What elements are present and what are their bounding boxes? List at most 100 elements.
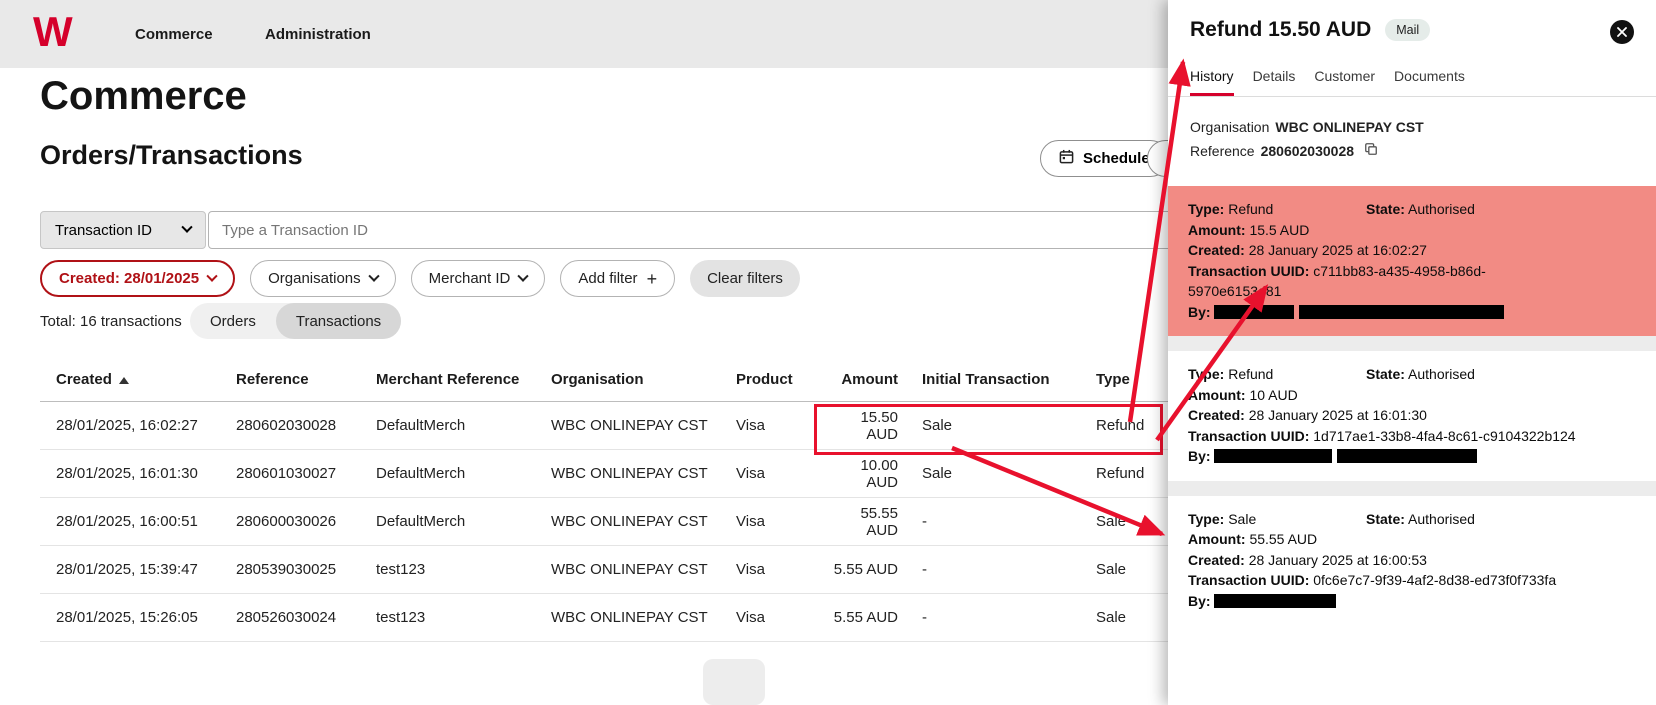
by-label: By: (1188, 592, 1211, 609)
redacted-text (1299, 304, 1505, 319)
cell-amount: 15.50 AUD (860, 408, 898, 443)
organisation-label: Organisation (1190, 119, 1270, 135)
state-label: State: (1366, 366, 1405, 382)
cell-initial-transaction: Sale (922, 417, 953, 434)
header-amount[interactable]: Amount (826, 371, 906, 388)
created-label: Created: (1188, 407, 1245, 423)
redacted-text (1214, 449, 1333, 463)
cell-created: 28/01/2025, 16:02:27 (56, 417, 198, 434)
clear-filters-label: Clear filters (707, 270, 783, 287)
cell-created: 28/01/2025, 15:26:05 (56, 609, 198, 626)
amount-label: Amount: (1188, 531, 1246, 547)
cell-reference: 280600030026 (236, 513, 337, 530)
type-label: Type: (1188, 366, 1225, 382)
panel-title: Refund 15.50 AUD (1190, 18, 1372, 41)
cell-organisation: WBC ONLINEPAY CST (551, 561, 708, 578)
history-card-refund-10: Type: Refund State: Authorised Amount: 1… (1168, 351, 1656, 481)
header-product[interactable]: Product (736, 371, 826, 388)
sort-asc-icon (118, 377, 129, 384)
card-gap (1168, 336, 1656, 351)
search-field-selector[interactable]: Transaction ID (40, 211, 206, 249)
calendar-icon (1059, 149, 1074, 168)
nav-item-commerce[interactable]: Commerce (135, 26, 213, 43)
add-filter-label: Add filter (578, 270, 638, 287)
clear-filters-button[interactable]: Clear filters (690, 260, 800, 297)
tabs-divider (1168, 96, 1656, 97)
close-panel-button[interactable] (1610, 20, 1634, 44)
uuid-value: 1d717ae1-33b8-4fa4-8c61-c9104322b124 (1313, 427, 1576, 444)
reference-value: 280602030028 (1260, 142, 1355, 159)
schedule-button-label: Schedule (1083, 150, 1150, 167)
amount-value: 15.5 AUD (1249, 221, 1310, 238)
cell-reference: 280539030025 (236, 561, 337, 578)
tab-history[interactable]: History (1190, 68, 1234, 96)
type-value: Refund (1228, 366, 1274, 382)
add-filter-button[interactable]: Add filter + (560, 260, 676, 297)
chevron-down-icon (181, 221, 193, 233)
westpac-logo-icon[interactable]: W (33, 11, 73, 53)
state-label: State: (1366, 201, 1405, 217)
cell-product: Visa (736, 417, 765, 434)
created-value: 28 January 2025 at 16:02:27 (1248, 242, 1427, 258)
orders-transactions-toggle: Orders Transactions (190, 303, 402, 339)
filter-chip-merchant-id-label: Merchant ID (428, 270, 511, 287)
copy-icon (1364, 142, 1378, 159)
panel-tabs: History Details Customer Documents (1190, 68, 1634, 96)
page-title: Commerce (40, 74, 247, 118)
transaction-detail-panel: Refund 15.50 AUD Mail History Details Cu… (1168, 0, 1656, 705)
cell-created: 28/01/2025, 16:01:30 (56, 465, 198, 482)
redacted-text (1214, 593, 1337, 608)
history-card-sale: Type: Sale State: Authorised Amount: 55.… (1168, 495, 1656, 705)
cell-merchant-reference: test123 (376, 561, 426, 578)
header-initial-transaction[interactable]: Initial Transaction (906, 371, 1096, 388)
copy-reference-button[interactable] (1364, 142, 1378, 159)
load-more-button[interactable] (703, 659, 765, 705)
redacted-text (1214, 304, 1295, 319)
by-label: By: (1188, 448, 1211, 464)
history-card-refund-15-50: Type: Refund State: Authorised Amount: 1… (1168, 186, 1656, 336)
mail-badge: Mail (1385, 19, 1431, 41)
header-created[interactable]: Created (56, 371, 236, 388)
cell-created: 28/01/2025, 16:00:51 (56, 513, 198, 530)
uuid-label: Transaction UUID: (1188, 427, 1310, 444)
cell-organisation: WBC ONLINEPAY CST (551, 513, 708, 530)
by-label: By: (1188, 303, 1211, 320)
uuid-label: Transaction UUID: (1188, 262, 1310, 279)
state-value: Authorised (1408, 510, 1475, 527)
header-merchant-reference[interactable]: Merchant Reference (376, 371, 551, 388)
cell-merchant-reference: DefaultMerch (376, 417, 466, 434)
cell-organisation: WBC ONLINEPAY CST (551, 417, 708, 434)
cell-amount: 5.55 AUD (833, 609, 898, 626)
header-reference[interactable]: Reference (236, 371, 376, 388)
filter-chip-merchant-id[interactable]: Merchant ID (410, 260, 546, 297)
cell-reference: 280526030024 (236, 609, 337, 626)
cell-organisation: WBC ONLINEPAY CST (551, 465, 708, 482)
cell-merchant-reference: DefaultMerch (376, 513, 466, 530)
nav-item-administration[interactable]: Administration (265, 26, 371, 43)
tab-details[interactable]: Details (1253, 68, 1296, 96)
chevron-down-icon (206, 270, 218, 282)
toggle-transactions[interactable]: Transactions (275, 303, 402, 339)
cell-product: Visa (736, 609, 765, 626)
cell-initial-transaction: - (922, 513, 927, 530)
amount-label: Amount: (1188, 386, 1246, 403)
tab-customer[interactable]: Customer (1314, 68, 1375, 96)
filter-chip-created[interactable]: Created: 28/01/2025 (40, 260, 236, 297)
created-label: Created: (1188, 242, 1245, 258)
tab-documents[interactable]: Documents (1394, 68, 1465, 96)
page-subtitle: Orders/Transactions (40, 140, 303, 170)
cell-merchant-reference: DefaultMerch (376, 465, 466, 482)
chevron-down-icon (367, 270, 380, 282)
cell-reference: 280602030028 (236, 417, 337, 434)
cell-initial-transaction: Sale (922, 465, 953, 482)
filter-chip-organisations[interactable]: Organisations (250, 260, 396, 297)
organisation-value: WBC ONLINEPAY CST (1275, 119, 1424, 135)
filter-chip-row: Created: 28/01/2025 Organisations Mercha… (40, 260, 800, 297)
redacted-text (1337, 449, 1478, 463)
type-value: Refund (1228, 201, 1274, 217)
cell-amount: 10.00 AUD (860, 456, 898, 491)
header-organisation[interactable]: Organisation (551, 371, 736, 388)
chevron-down-icon (517, 270, 530, 282)
cell-product: Visa (736, 561, 765, 578)
toggle-orders[interactable]: Orders (190, 303, 276, 339)
